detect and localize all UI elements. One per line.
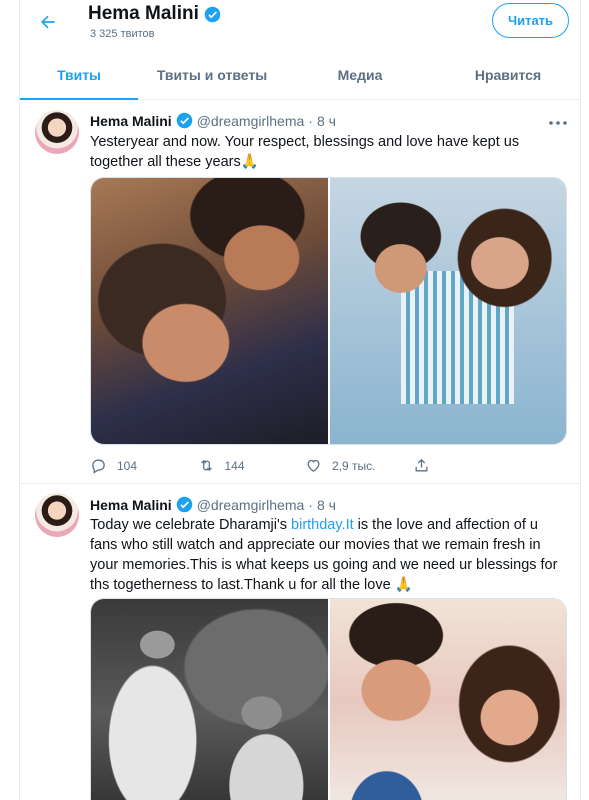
tweet-text: Yesteryear and now. Your respect, blessi…	[90, 134, 520, 170]
share-button[interactable]	[413, 457, 521, 474]
tab-tweets[interactable]: Твиты	[20, 50, 138, 100]
tweet-timestamp[interactable]: 8 ч	[317, 113, 336, 129]
tweet-text-part: Today we celebrate Dharamji's	[90, 517, 292, 533]
more-options-icon[interactable]	[548, 113, 568, 127]
verified-badge-icon	[176, 112, 192, 129]
verified-badge-icon	[176, 496, 192, 513]
heart-icon	[307, 459, 320, 472]
tweet-media[interactable]	[90, 177, 567, 445]
reply-count: 104	[117, 458, 138, 473]
tweet-author-handle[interactable]: @dreamgirlhema	[197, 497, 305, 513]
avatar[interactable]	[35, 110, 79, 154]
hashtag-link[interactable]: birthday.It	[291, 517, 354, 533]
like-button[interactable]: 2,9 тыс.	[305, 457, 413, 474]
tweet[interactable]: Hema Malini @dreamgirlhema · 8 ч Today w…	[20, 485, 580, 800]
tweet-media[interactable]	[90, 598, 567, 800]
verified-badge-icon	[204, 6, 221, 22]
tab-tweets-and-replies[interactable]: Твиты и ответы	[138, 50, 286, 99]
profile-header: Hema Malini 3 325 твитов Читать	[20, 0, 580, 46]
tweet-count: 3 325 твитов	[90, 28, 155, 40]
tab-likes[interactable]: Нравится	[434, 50, 580, 99]
arrow-left-icon	[41, 15, 55, 29]
retweet-button[interactable]: 144	[198, 457, 306, 474]
tweet-header: Hema Malini @dreamgirlhema · 8 ч	[90, 112, 336, 129]
profile-name-text: Hema Malini	[88, 3, 199, 24]
share-icon	[415, 458, 427, 472]
tweet-text: Today we celebrate Dharamji's birthday.I…	[90, 515, 568, 595]
tweet-author-name[interactable]: Hema Malini	[90, 497, 172, 513]
tweet-header: Hema Malini @dreamgirlhema · 8 ч	[90, 496, 336, 513]
tweet-photo[interactable]	[329, 599, 566, 800]
tweet-timestamp[interactable]: 8 ч	[317, 497, 336, 513]
tweet-actions: 104 144 2,9 тыс.	[90, 457, 520, 474]
tweet-photo[interactable]	[91, 599, 328, 800]
avatar[interactable]	[35, 493, 79, 537]
tweet-photo[interactable]	[329, 178, 566, 444]
retweet-count: 144	[224, 458, 245, 473]
follow-button[interactable]: Читать	[492, 3, 569, 38]
reply-icon	[92, 459, 105, 474]
tab-media[interactable]: Медиа	[286, 50, 434, 99]
reply-button[interactable]: 104	[90, 457, 198, 474]
tweet[interactable]: Hema Malini @dreamgirlhema · 8 ч Yestery…	[20, 101, 580, 484]
tweet-author-handle[interactable]: @dreamgirlhema	[197, 113, 305, 129]
tweet-photo[interactable]	[91, 178, 328, 444]
back-button[interactable]	[34, 8, 62, 36]
retweet-icon	[200, 459, 212, 472]
profile-timeline: Hema Malini 3 325 твитов Читать Твиты Тв…	[19, 0, 581, 800]
tweet-author-name[interactable]: Hema Malini	[90, 113, 172, 129]
like-count: 2,9 тыс.	[332, 458, 376, 473]
profile-name: Hema Malini	[88, 3, 221, 25]
separator-dot: ·	[308, 112, 313, 129]
separator-dot: ·	[308, 496, 313, 513]
profile-tabs: Твиты Твиты и ответы Медиа Нравится	[20, 50, 580, 100]
